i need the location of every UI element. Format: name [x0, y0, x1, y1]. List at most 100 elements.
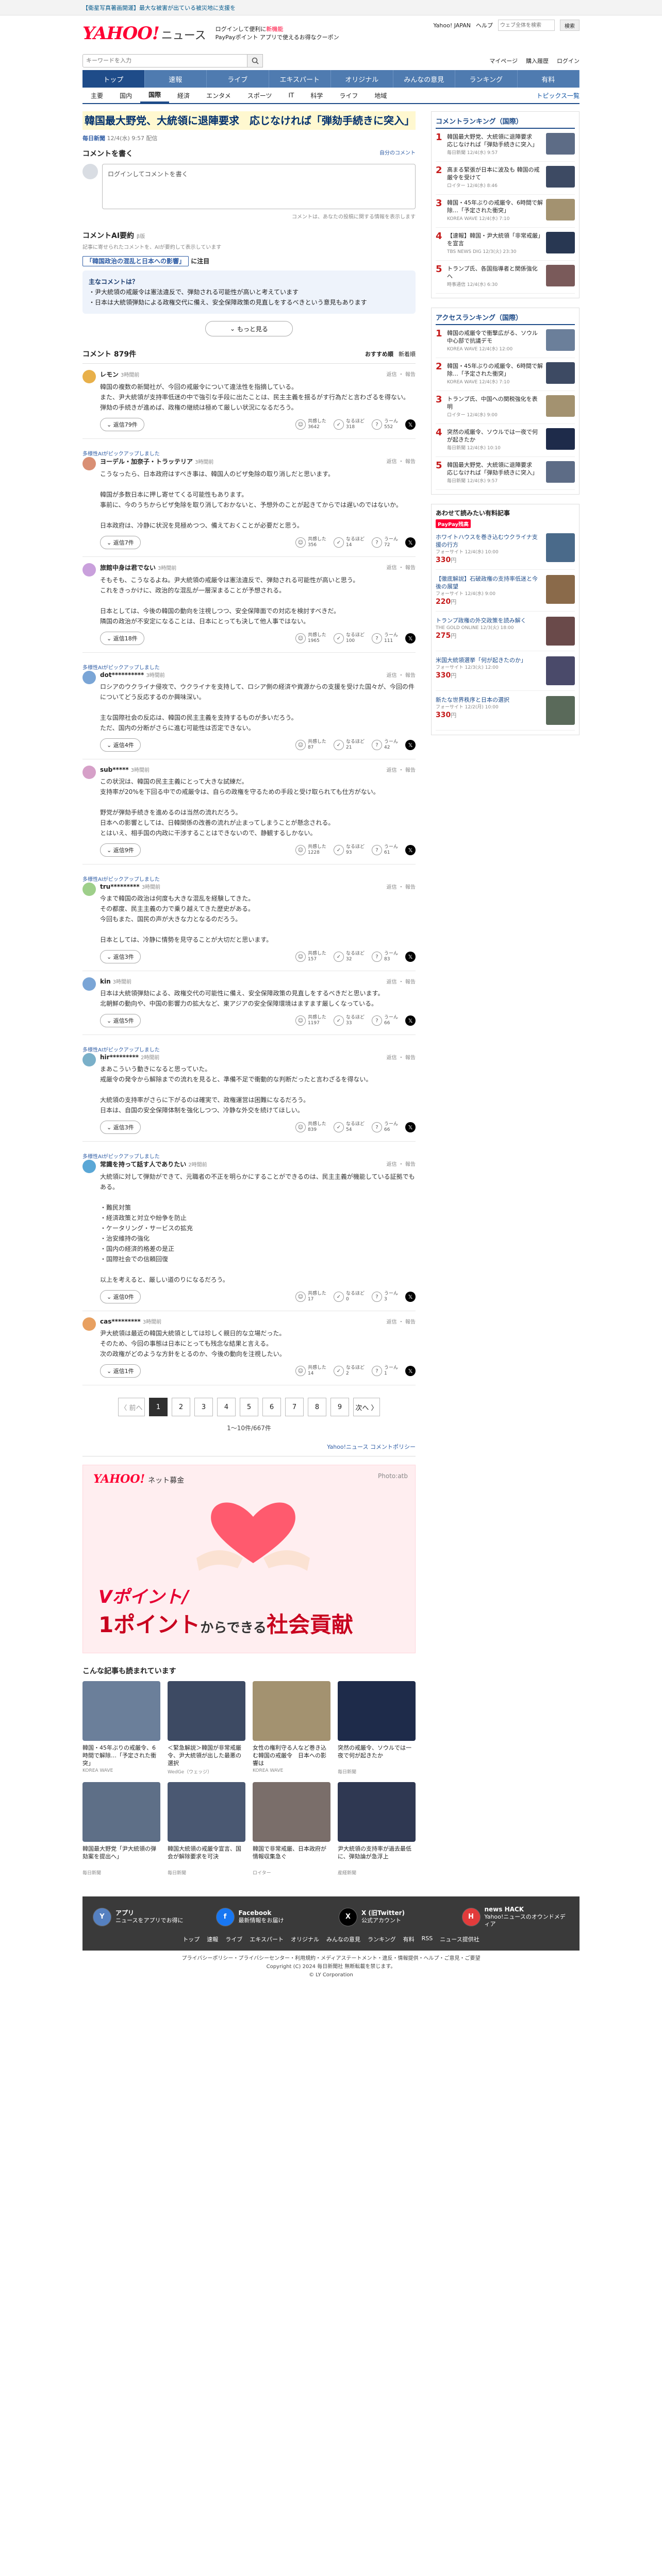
donation-banner[interactable]: YAHOO! ネット募金 Photo:atb Vポイント/ 1ポイントからできる社…	[82, 1465, 416, 1653]
cat-main[interactable]: 主要	[82, 88, 111, 103]
footer-nav-link[interactable]: RSS	[422, 1935, 433, 1943]
ranking-item[interactable]: 5 トランプ氏、各国指導者と関係強化へ 時事通信 12/4(水) 6:30	[436, 261, 575, 294]
footer-social-item[interactable]: X X (旧Twitter) 公式アカウント	[339, 1906, 446, 1928]
cat-entertainment[interactable]: エンタメ	[198, 88, 239, 103]
paid-article-item[interactable]: 米国大統領選挙「何が起きたのか」 フォーサイト 12/3(火) 12:00 330円	[436, 651, 575, 691]
commenter-avatar[interactable]	[82, 563, 96, 577]
related-card[interactable]: 突然の戒厳令、ソウルでは一夜で何が起きたか 毎日新聞	[338, 1681, 416, 1775]
footer-nav-link[interactable]: ライブ	[225, 1935, 242, 1943]
search-button[interactable]	[247, 54, 263, 67]
gnav-original[interactable]: オリジナル	[331, 70, 393, 88]
vote-doubt-button[interactable]: ? うーん 66	[371, 1015, 398, 1026]
vote-doubt-button[interactable]: ? うーん 552	[371, 419, 398, 430]
report-link[interactable]: 返信 ・ 報告	[387, 671, 416, 679]
related-card[interactable]: ＜緊急解説＞韓国が非常戒厳令、尹大統領が出した最悪の選択 WedGe（ウェッジ）	[168, 1681, 245, 1775]
gnav-expert[interactable]: エキスパート	[269, 70, 331, 88]
login-link[interactable]: ログイン	[557, 57, 580, 65]
replies-button[interactable]: ⌄ 返信9件	[100, 843, 141, 857]
related-card[interactable]: 韓国大統領の戒厳令宣言、国会が解除要求を可決 毎日新聞	[168, 1782, 245, 1876]
ranking-item[interactable]: 1 韓国の戒厳令で衝撃広がる、ソウル中心部で抗議デモ KOREA WAVE 12/4…	[436, 325, 575, 358]
footer-nav-link[interactable]: 速報	[207, 1935, 218, 1943]
vote-insight-button[interactable]: ✓ なるほど 14	[333, 537, 365, 548]
x-share-icon[interactable]: 𝕏	[405, 1292, 416, 1302]
vote-doubt-button[interactable]: ? うーん 72	[371, 537, 398, 548]
page-1[interactable]: 1	[149, 1398, 168, 1416]
x-share-icon[interactable]: 𝕏	[405, 952, 416, 962]
vote-insight-button[interactable]: ✓ なるほど 54	[333, 1122, 365, 1133]
mypage-link[interactable]: マイページ	[489, 57, 518, 65]
x-share-icon[interactable]: 𝕏	[405, 633, 416, 643]
cat-science[interactable]: 科学	[302, 88, 331, 103]
commenter-name[interactable]: cas*********	[100, 1318, 141, 1325]
ranking-item[interactable]: 4 突然の戒厳令、ソウルでは一夜で何が起きたか 毎日新聞 12/4(水) 10:10	[436, 424, 575, 457]
gnav-top[interactable]: トップ	[82, 70, 145, 88]
top-notice-link[interactable]: 【衛星写真著画開運】最大な被害が出ている被災地に支援を	[82, 4, 236, 12]
news-search-input[interactable]	[82, 54, 247, 67]
replies-button[interactable]: ⌄ 返信7件	[100, 536, 141, 549]
page-3[interactable]: 3	[194, 1398, 213, 1416]
footer-social-item[interactable]: Hnews HACK Yahoo!ニュースのオウンドメディア	[461, 1906, 570, 1928]
page-8[interactable]: 8	[308, 1398, 326, 1416]
x-share-icon[interactable]: 𝕏	[405, 1015, 416, 1026]
sort-newest[interactable]: 新着順	[399, 350, 416, 358]
cat-local[interactable]: 地域	[366, 88, 395, 103]
cat-economy[interactable]: 経済	[169, 88, 198, 103]
replies-button[interactable]: ⌄ 返信4件	[100, 738, 141, 752]
vote-insight-button[interactable]: ✓ なるほど 33	[333, 1015, 365, 1026]
x-share-icon[interactable]: 𝕏	[405, 740, 416, 750]
ranking-item[interactable]: 3 韓国・45年ぶりの戒厳令、6時間で解除…「予定された衝突」 KOREA WAVE…	[436, 195, 575, 228]
replies-button[interactable]: ⌄ 返信5件	[100, 1014, 141, 1027]
next-page-button[interactable]: 次へ 〉	[353, 1398, 380, 1416]
ranking-item[interactable]: 2 韓国・45年ぶりの戒厳令、6時間で解除…「予定された衝突」 KOREA WAVE…	[436, 358, 575, 391]
commenter-name[interactable]: hir*********	[100, 1054, 139, 1061]
vote-insight-button[interactable]: ✓ なるほど 2	[333, 1365, 365, 1377]
gnav-opinion[interactable]: みんなの意見	[393, 70, 455, 88]
commenter-avatar[interactable]	[82, 977, 96, 991]
web-search-input[interactable]	[498, 20, 555, 31]
help-link[interactable]: ヘルプ	[476, 21, 493, 29]
commenter-name[interactable]: sub*****	[100, 766, 129, 773]
footer-nav-link[interactable]: 有料	[403, 1935, 415, 1943]
paid-article-item[interactable]: 【徹底解説】石破政権の支持率低迷と今後の展望 フォーサイト 12/4(水) 9:0…	[436, 570, 575, 612]
page-7[interactable]: 7	[285, 1398, 304, 1416]
related-card[interactable]: 韓国最大野党「尹大統領の弾劾案を提出へ」 毎日新聞	[82, 1782, 160, 1876]
ranking-item[interactable]: 3 トランプ氏、中国への関税強化を表明 ロイター 12/4(水) 9:00	[436, 391, 575, 424]
replies-button[interactable]: ⌄ 返信18件	[100, 632, 144, 645]
related-card[interactable]: 韓国で非常戒厳、日本政府が情報収集急ぐ ロイター	[253, 1782, 330, 1876]
ranking-item[interactable]: 5 韓国最大野党、大統領に退陣要求 応じなければ「弾劾手続きに突入」 毎日新聞 12…	[436, 457, 575, 490]
vote-doubt-button[interactable]: ? うーん 83	[371, 951, 398, 962]
vote-doubt-button[interactable]: ? うーん 42	[371, 739, 398, 751]
commenter-name[interactable]: ヨーデル・加奈子・トラッテリア	[100, 458, 193, 465]
commenter-avatar[interactable]	[82, 370, 96, 383]
vote-empathy-button[interactable]: ☺ 共感した 14	[295, 1365, 326, 1377]
x-share-icon[interactable]: 𝕏	[405, 419, 416, 430]
ranking-item[interactable]: 4 【速報】韓国・尹大統領「非常戒厳」を宣言 TBS NEWS DIG 12/3(火…	[436, 228, 575, 261]
vote-insight-button[interactable]: ✓ なるほど 318	[333, 419, 365, 430]
legal-links[interactable]: プライバシーポリシー・プライバシーセンター・利用規約・メディアステートメント・違…	[82, 1955, 580, 1963]
page-4[interactable]: 4	[217, 1398, 236, 1416]
footer-nav-link[interactable]: ランキング	[368, 1935, 396, 1943]
footer-nav-link[interactable]: オリジナル	[291, 1935, 319, 1943]
replies-button[interactable]: ⌄ 返信0件	[100, 1290, 141, 1303]
my-comments-link[interactable]: 自分のコメント	[379, 148, 416, 159]
web-search-button[interactable]: 検索	[560, 20, 580, 31]
comment-policy-link[interactable]: Yahoo!ニュース コメントポリシー	[327, 1444, 416, 1450]
report-link[interactable]: 返信 ・ 報告	[387, 1317, 416, 1325]
source-name[interactable]: 毎日新聞	[82, 135, 105, 142]
cat-domestic[interactable]: 国内	[111, 88, 140, 103]
vote-doubt-button[interactable]: ? うーん 1	[371, 1365, 398, 1377]
footer-nav-link[interactable]: トップ	[183, 1935, 200, 1943]
ranking-item[interactable]: 1 韓国最大野党、大統領に退陣要求 応じなければ「弾劾手続きに突入」 毎日新聞 12…	[436, 129, 575, 162]
ranking-item[interactable]: 2 高まる緊張が日本に波及も 韓国の戒厳令を受けて ロイター 12/4(水) 8:4…	[436, 162, 575, 195]
vote-insight-button[interactable]: ✓ なるほど 21	[333, 739, 365, 751]
vote-empathy-button[interactable]: ☺ 共感した 1965	[295, 633, 326, 644]
footer-nav-link[interactable]: エキスパート	[250, 1935, 284, 1943]
report-link[interactable]: 返信 ・ 報告	[387, 370, 416, 379]
vote-empathy-button[interactable]: ☺ 共感した 87	[295, 739, 326, 751]
cat-sports[interactable]: スポーツ	[239, 88, 280, 103]
paid-article-item[interactable]: 新たな世界秩序と日本の選択 フォーサイト 12/2(月) 10:00 330円	[436, 691, 575, 731]
prev-page-button[interactable]: 〈 前へ	[118, 1398, 145, 1416]
footer-social-item[interactable]: Y アプリ ニュースをアプリでお得に	[93, 1906, 201, 1928]
footer-social-item[interactable]: f Facebook 最新情報をお届け	[216, 1906, 324, 1928]
ai-topic-chip[interactable]: 「韓国政治の混乱と日本への影響」	[82, 256, 189, 266]
